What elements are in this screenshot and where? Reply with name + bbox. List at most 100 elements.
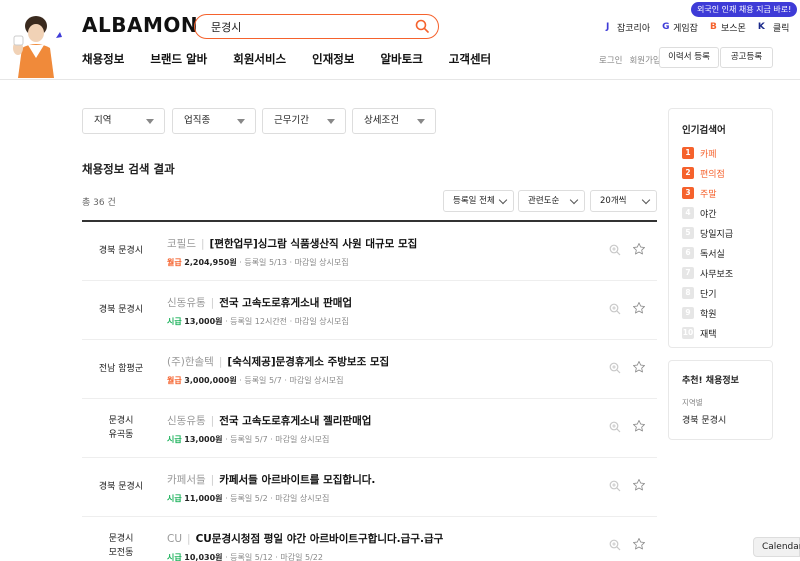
favorite-star-icon[interactable]	[632, 478, 646, 492]
wage-amount: 10,030원	[184, 553, 223, 561]
company-name[interactable]: (주)한솔텍	[167, 356, 214, 368]
job-title[interactable]: 코필드 | [편한업무]싱그람 식품생산직 사원 대규모 모집	[167, 236, 417, 251]
preview-zoom-icon[interactable]	[609, 480, 621, 492]
search-icon[interactable]	[415, 19, 429, 33]
favorite-star-icon[interactable]	[632, 360, 646, 374]
filter-work-period[interactable]: 근무기간	[262, 108, 346, 134]
title-separator: |	[210, 297, 215, 309]
popular-keyword-item[interactable]: 5 당일지급	[682, 226, 733, 240]
job-title[interactable]: (주)한솔텍 | [숙식제공]문경휴게소 주방보조 모집	[167, 354, 389, 369]
post-job-button[interactable]: 공고등록	[720, 47, 773, 68]
favorite-star-icon[interactable]	[632, 242, 646, 256]
job-row[interactable]: 전남 함평군 (주)한솔텍 | [숙식제공]문경휴게소 주방보조 모집 월급 3,0…	[82, 340, 657, 399]
job-location-line1: 전남 함평군	[98, 364, 144, 374]
recommend-title: 추천! 채용정보	[682, 376, 739, 386]
job-title[interactable]: 신동유통 | 전국 고속도로휴게소내 젤리판매업	[167, 413, 371, 428]
job-title-text[interactable]: CU문경시청점 평일 야간 아르바이트구합니다.급구.급구	[196, 533, 444, 545]
job-row[interactable]: 문경시 유곡동 신동유통 | 전국 고속도로휴게소내 젤리판매업 시급 13,000…	[82, 399, 657, 458]
nav-item-support[interactable]: 고객센터	[449, 51, 491, 67]
job-row[interactable]: 경북 문경시 카페서들 | 카페서들 아르바이트를 모집합니다. 시급 11,000…	[82, 458, 657, 517]
site-header: ALBAMON 외국인 인재 채용 지금 바로! J잡코리아 G게임잡 B보스몬…	[0, 0, 800, 80]
partner-bossmon[interactable]: B 보스몬	[710, 21, 746, 35]
popular-keyword-item[interactable]: 6 독서실	[682, 246, 725, 260]
job-title-text[interactable]: [편한업무]싱그람 식품생산직 사원 대규모 모집	[210, 238, 418, 250]
rank-badge: 9	[682, 307, 694, 319]
popular-keyword-label: 야간	[700, 209, 717, 220]
popular-keyword-item[interactable]: 9 학원	[682, 306, 717, 320]
resume-register-button[interactable]: 이력서 등록	[659, 47, 719, 68]
job-title-text[interactable]: 카페서들 아르바이트를 모집합니다.	[219, 474, 375, 486]
job-location-line1: 문경시	[108, 416, 134, 426]
partner-jobkorea[interactable]: J 잡코리아	[606, 21, 650, 35]
company-name[interactable]: 신동유통	[167, 415, 206, 427]
search-input[interactable]	[211, 18, 401, 35]
favorite-star-icon[interactable]	[632, 419, 646, 433]
favorite-star-icon[interactable]	[632, 537, 646, 551]
popular-keyword-item[interactable]: 7 사무보조	[682, 266, 733, 280]
filter-detail[interactable]: 상세조건	[352, 108, 436, 134]
calendar-tab[interactable]: Calendar	[753, 537, 800, 557]
job-location: 경북 문경시	[82, 303, 160, 317]
company-name[interactable]: CU	[167, 533, 182, 545]
job-title-text[interactable]: 전국 고속도로휴게소내 젤리판매업	[219, 415, 371, 427]
job-row[interactable]: 문경시 모전동 CU | CU문경시청점 평일 야간 아르바이트구합니다.급구.급구…	[82, 517, 657, 561]
job-title-text[interactable]: 전국 고속도로휴게소내 판매업	[219, 297, 352, 309]
job-row[interactable]: 경북 문경시 코필드 | [편한업무]싱그람 식품생산직 사원 대규모 모집 월급 …	[82, 222, 657, 281]
signup-link[interactable]: 회원가입	[629, 54, 660, 66]
partner-gamejob[interactable]: G 게임잡	[662, 21, 698, 35]
sort-relevance-select[interactable]: 관련도순	[518, 190, 585, 212]
company-name[interactable]: 카페서들	[167, 474, 206, 486]
favorite-star-icon[interactable]	[632, 301, 646, 315]
foreign-talent-promo-badge[interactable]: 외국인 인재 채용 지금 바로!	[691, 2, 798, 17]
nav-item-jobs[interactable]: 채용정보	[82, 51, 124, 67]
wage-type: 시급	[167, 317, 182, 326]
filter-region[interactable]: 지역	[82, 108, 165, 134]
popular-keyword-item[interactable]: 3 주말	[682, 186, 717, 200]
popular-keyword-item[interactable]: 2 편의점	[682, 166, 725, 180]
title-separator: |	[187, 533, 191, 545]
login-link[interactable]: 로그인	[599, 54, 622, 66]
popular-keywords-panel: 인기검색어 1 카페 2 편의점 3 주말 4 야간 5 당일지급 6 독서실 7 사무보조 8 단기 9 학원 1…	[668, 108, 773, 348]
nav-item-talent[interactable]: 인재정보	[312, 51, 354, 67]
preview-zoom-icon[interactable]	[609, 421, 621, 433]
job-location-line1: 경북 문경시	[98, 305, 144, 315]
job-title[interactable]: 신동유통 | 전국 고속도로휴게소내 판매업	[167, 295, 352, 310]
popular-keyword-label: 독서실	[700, 249, 725, 260]
page-size-select[interactable]: 20개씩	[590, 190, 657, 212]
recommend-region-link[interactable]: 경북 문경시	[682, 413, 726, 426]
popular-keyword-label: 재택	[700, 329, 717, 340]
job-location-line1: 경북 문경시	[98, 482, 144, 492]
popular-keyword-item[interactable]: 4 야간	[682, 206, 717, 220]
nav-item-albatalk[interactable]: 알바토크	[380, 51, 422, 67]
popular-keyword-item[interactable]: 1 카페	[682, 146, 717, 160]
job-location: 전남 함평군	[82, 362, 160, 376]
auth-links: 로그인 회원가입	[599, 54, 661, 66]
preview-zoom-icon[interactable]	[609, 362, 621, 374]
job-location-line1: 문경시	[108, 534, 134, 544]
popular-keyword-item[interactable]: 10 재택	[682, 326, 717, 340]
company-name[interactable]: 코필드	[167, 238, 196, 250]
preview-zoom-icon[interactable]	[609, 244, 621, 256]
partner-click[interactable]: K 클릭	[758, 21, 790, 35]
job-title-text[interactable]: [숙식제공]문경휴게소 주방보조 모집	[227, 356, 389, 368]
popular-keyword-item[interactable]: 8 단기	[682, 286, 717, 300]
posted-date: 등록일 5/7	[230, 435, 268, 444]
preview-zoom-icon[interactable]	[609, 303, 621, 315]
chevron-down-icon	[569, 195, 579, 205]
caret-down-icon	[237, 119, 245, 124]
job-title[interactable]: 카페서들 | 카페서들 아르바이트를 모집합니다.	[167, 472, 375, 487]
albamon-logo[interactable]: ALBAMON	[82, 13, 198, 37]
preview-zoom-icon[interactable]	[609, 539, 621, 551]
nav-item-brand[interactable]: 브랜드 알바	[150, 51, 207, 67]
nav-item-member-service[interactable]: 회원서비스	[233, 51, 286, 67]
job-title[interactable]: CU | CU문경시청점 평일 야간 아르바이트구합니다.급구.급구	[167, 531, 443, 546]
company-name[interactable]: 신동유통	[167, 297, 206, 309]
job-row[interactable]: 경북 문경시 신동유통 | 전국 고속도로휴게소내 판매업 시급 13,000원 ·…	[82, 281, 657, 340]
job-meta: 시급 10,030원 · 등록일 5/12 · 마감일 5/22	[167, 552, 323, 561]
filter-job-type[interactable]: 업직종	[172, 108, 256, 134]
rank-badge: 4	[682, 207, 694, 219]
main-nav: 채용정보 브랜드 알바 회원서비스 인재정보 알바토크 고객센터	[82, 51, 517, 67]
posted-date: 등록일 5/2	[230, 494, 268, 503]
popular-keyword-label: 편의점	[700, 169, 725, 180]
sort-date-select[interactable]: 등록일 전체	[443, 190, 514, 212]
